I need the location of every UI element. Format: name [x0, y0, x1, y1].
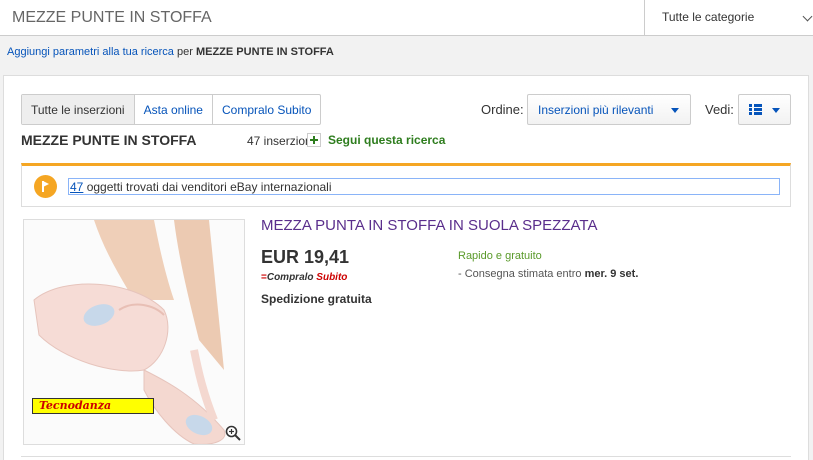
buy-it-now-suffix: Subito [316, 272, 348, 283]
search-bar: Tutte le categorie [0, 0, 813, 36]
category-select[interactable]: Tutte le categorie [646, 0, 813, 35]
listing-image[interactable]: Tecnodanza [23, 219, 245, 445]
plus-icon [307, 133, 321, 147]
list-view-icon [749, 104, 762, 115]
view-label: Vedi: [705, 102, 734, 117]
follow-search-label: Segui questa ricerca [328, 133, 446, 147]
refine-query: MEZZE PUNTE IN STOFFA [195, 46, 334, 58]
refine-search-link[interactable]: Aggiungi parametri alla tua ricerca [7, 46, 174, 58]
follow-search-button[interactable]: Segui questa ricerca [307, 133, 445, 147]
buy-it-now-prefix: Compralo [266, 272, 314, 283]
listing-type-tabs: Tutte le inserzioni Asta online Compralo… [21, 94, 322, 125]
international-notice: 47 oggetti trovati dai venditori eBay in… [21, 163, 791, 207]
listing-divider [21, 456, 791, 457]
listing-title-link[interactable]: MEZZA PUNTA IN STOFFA IN SUOLA SPEZZATA [261, 217, 597, 234]
tab-all-listings[interactable]: Tutte le inserzioni [22, 95, 134, 124]
sort-value: Inserzioni più rilevanti [538, 103, 654, 117]
shipping-info: Spedizione gratuita [261, 292, 372, 306]
fast-free-shipping: Rapido e gratuito [458, 250, 542, 262]
sort-label: Ordine: [481, 102, 524, 117]
view-dropdown[interactable] [738, 94, 791, 125]
delivery-prefix: - Consegna stimata entro [458, 268, 582, 280]
sort-dropdown[interactable]: Inserzioni più rilevanti [527, 94, 691, 125]
search-input[interactable] [0, 0, 645, 35]
caret-down-icon [671, 108, 679, 113]
delivery-date: mer. 9 set. [584, 268, 639, 280]
tab-auction[interactable]: Asta online [133, 95, 212, 124]
chevron-down-icon [802, 11, 813, 22]
caret-down-icon [772, 108, 780, 113]
delivery-estimate: - Consegna stimata entro mer. 9 set. [458, 268, 638, 280]
tab-buy-it-now[interactable]: Compralo Subito [211, 95, 320, 124]
refine-for-text: per [176, 46, 193, 58]
notice-text[interactable]: 47 oggetti trovati dai venditori eBay in… [68, 178, 780, 195]
notice-message: oggetti trovati dai venditori eBay inter… [83, 180, 332, 194]
results-title: MEZZE PUNTE IN STOFFA [21, 132, 197, 148]
results-panel: Tutte le inserzioni Asta online Compralo… [3, 75, 809, 460]
zoom-icon[interactable] [225, 425, 241, 441]
listing-price: EUR 19,41 [261, 247, 350, 267]
category-select-label: Tutte le categorie [662, 10, 755, 24]
buy-it-now-badge: =Compralo Subito [261, 272, 348, 283]
results-count: 47 inserzioni [247, 134, 315, 148]
flag-icon [34, 175, 57, 198]
brand-tag: Tecnodanza [32, 398, 154, 414]
refine-search-line: Aggiungi parametri alla tua ricerca per … [7, 46, 334, 58]
notice-count[interactable]: 47 [70, 180, 83, 194]
